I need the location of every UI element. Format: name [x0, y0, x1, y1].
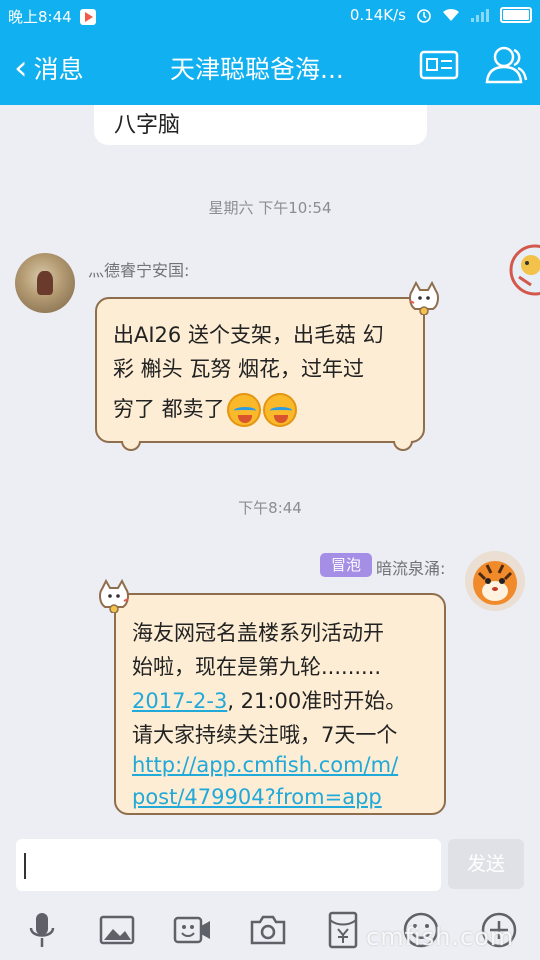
url-link[interactable]: http://app.cmfish.com/m/ [132, 753, 398, 777]
message-line-with-emoji: 穷了 都卖了 [113, 393, 297, 427]
lucky-cat-decoration-icon [99, 579, 129, 613]
video-call-icon[interactable] [172, 910, 212, 950]
sender-name: 暗流泉涌: [376, 559, 446, 578]
chat-message-list[interactable]: 八字脑 星期六 下午10:54 灬德睿宁安国: 出AI26 送个支架，出毛菇 幻… [0, 105, 540, 835]
watermark: cmfish.com [366, 923, 515, 951]
message-bubble[interactable]: 出AI26 送个支架，出毛菇 幻 彩 槲头 瓦努 烟花，过年过 穷了 都卖了 [95, 297, 425, 451]
lucky-cat-decoration-icon [409, 281, 439, 315]
floating-mascot-icon[interactable] [505, 235, 540, 305]
message-bubble[interactable]: 海友网冠名盖楼系列活动开 始啦，现在是第九轮......... 2017-2-3… [114, 593, 446, 815]
back-button[interactable]: ‹ 消息 [14, 50, 84, 86]
url-link[interactable]: post/479904?from=app [132, 785, 382, 809]
group-profile-card-icon[interactable] [419, 48, 459, 82]
text-caret [24, 853, 26, 879]
send-button[interactable]: 发送 [448, 839, 524, 889]
status-time: 晚上8:44 [8, 8, 72, 26]
avatar[interactable] [15, 253, 75, 313]
back-label: 消息 [33, 55, 84, 84]
message-text: 穷了 都卖了 [113, 397, 225, 421]
message-line: 彩 槲头 瓦努 烟花，过年过 [113, 357, 365, 381]
battery-icon [500, 7, 532, 23]
status-bar: 晚上8:44 0.14K/s [0, 0, 540, 30]
timestamp: 下午8:44 [238, 499, 302, 517]
date-link[interactable]: 2017-2-3 [132, 689, 227, 713]
member-level-badge: 冒泡 [320, 553, 372, 577]
bubble-paw-decoration [121, 441, 141, 451]
message-line: 出AI26 送个支架，出毛菇 幻 [113, 323, 384, 347]
message-line: 请大家持续关注哦，7天一个 [132, 723, 398, 747]
message-line: 2017-2-3, 21:00准时开始。 [132, 685, 406, 715]
message-text: , 21:00准时开始。 [227, 689, 407, 713]
alarm-icon [417, 9, 431, 23]
image-icon[interactable] [97, 910, 137, 950]
chevron-left-icon: ‹ [14, 48, 28, 88]
network-speed: 0.14K/s [349, 6, 406, 24]
previous-message-text: 八字脑 [114, 113, 181, 138]
message-line: 海友网冠名盖楼系列活动开 [132, 621, 384, 645]
input-bar: 发送 cmfish.com [0, 835, 540, 960]
microphone-icon[interactable] [22, 910, 62, 950]
timestamp: 星期六 下午10:54 [208, 199, 332, 217]
sender-name: 灬德睿宁安国: [88, 261, 190, 280]
chat-title: 天津聪聪爸海... [170, 55, 344, 84]
message-line: 始啦，现在是第九轮......... [132, 655, 382, 679]
avatar[interactable] [465, 551, 525, 611]
camera-icon[interactable] [248, 910, 288, 950]
message-input[interactable] [16, 839, 441, 891]
previous-message-bubble[interactable]: 八字脑 [94, 105, 427, 145]
video-app-notification-icon [79, 8, 96, 25]
bubble-paw-decoration [393, 441, 413, 451]
signal-icon [471, 9, 489, 22]
wifi-icon [443, 8, 459, 21]
crying-laughing-emoji [226, 393, 261, 427]
group-members-icon[interactable] [484, 44, 528, 86]
chat-header: ‹ 消息 天津聪聪爸海... [0, 30, 540, 105]
red-packet-icon[interactable] [323, 910, 363, 950]
crying-laughing-emoji [262, 393, 297, 427]
